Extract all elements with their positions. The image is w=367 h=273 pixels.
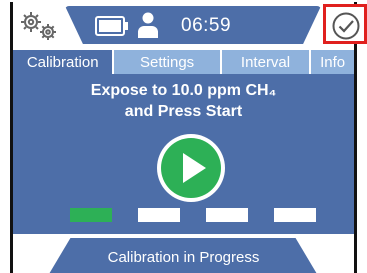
tab-calibration[interactable]: Calibration	[13, 50, 113, 74]
battery-icon	[95, 16, 128, 36]
tab-settings[interactable]: Settings	[114, 50, 220, 74]
gear-icon[interactable]	[19, 10, 59, 42]
check-icon	[332, 12, 360, 40]
footer-status-text: Calibration in Progress	[107, 249, 260, 266]
progress-step	[274, 208, 316, 222]
start-button[interactable]	[157, 134, 225, 202]
person-icon	[138, 12, 158, 38]
prompt-line-2: and Press Start	[124, 103, 243, 120]
progress-steps	[70, 208, 316, 222]
confirm-button[interactable]	[323, 4, 367, 44]
progress-step	[206, 208, 248, 222]
tab-bar: Calibration Settings Interval Info	[13, 50, 355, 74]
status-bar: 06:59	[13, 2, 367, 50]
tab-info[interactable]: Info	[311, 50, 355, 74]
progress-step	[70, 208, 112, 222]
tab-interval[interactable]: Interval	[221, 50, 310, 74]
start-button-face	[161, 138, 221, 198]
progress-step	[138, 208, 180, 222]
prompt-line-1: Expose to 10.0 ppm CH₄	[90, 82, 277, 99]
clock-time: 06:59	[181, 15, 232, 36]
play-icon	[183, 153, 206, 183]
footer-bar: Calibration in Progress	[13, 234, 354, 273]
device-screen: 06:59 Calibration Settings Interval Info…	[10, 2, 367, 273]
calibration-panel: Expose to 10.0 ppm CH₄ and Press Start	[13, 74, 354, 234]
